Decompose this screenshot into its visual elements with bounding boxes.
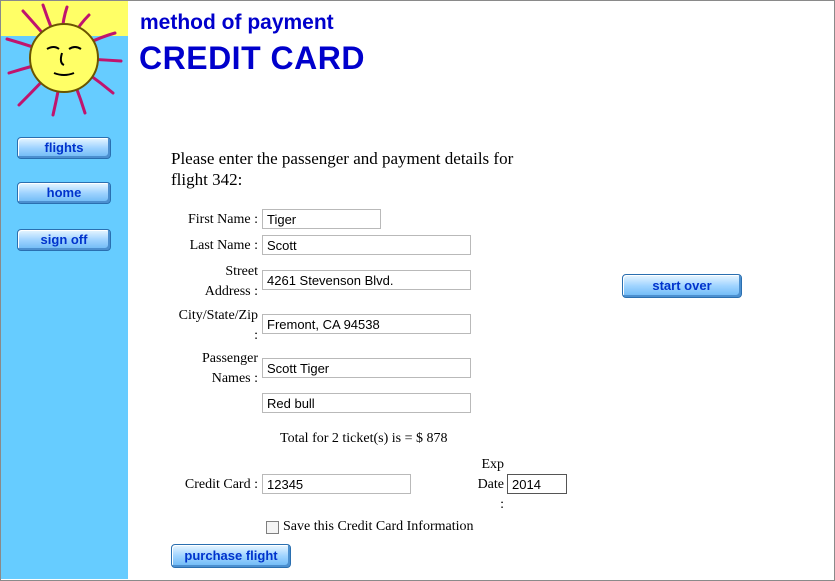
credit-card-field[interactable]	[262, 474, 411, 494]
page-subtitle: method of payment	[140, 11, 334, 34]
purchase-flight-button[interactable]: purchase flight	[171, 544, 291, 568]
page-title: CREDIT CARD	[139, 40, 365, 76]
first-name-field[interactable]	[262, 209, 381, 229]
passenger-name-1-field[interactable]	[262, 358, 471, 378]
save-card-label: Save this Credit Card Information	[283, 519, 474, 534]
save-card-checkbox[interactable]	[266, 521, 279, 534]
sun-logo-icon	[1, 1, 128, 119]
home-button[interactable]: home	[17, 182, 111, 204]
intro-text: Please enter the passenger and payment d…	[171, 149, 514, 189]
exp-date-field[interactable]	[507, 474, 567, 494]
sign-off-button[interactable]: sign off	[17, 229, 111, 251]
last-name-field[interactable]	[262, 235, 471, 255]
city-state-zip-label: City/State/Zip	[178, 308, 258, 323]
credit-card-label: Credit Card :	[184, 477, 258, 492]
last-name-label: Last Name :	[189, 238, 258, 253]
passenger-name-2-field[interactable]	[262, 393, 471, 413]
exp-date-label-3: :	[500, 497, 504, 512]
city-state-zip-field[interactable]	[262, 314, 471, 334]
street-label-1: Street	[225, 264, 258, 279]
exp-date-label-1: Exp	[481, 457, 504, 472]
street-label-2: Address :	[204, 284, 258, 299]
start-over-button[interactable]: start over	[622, 274, 742, 298]
first-name-label: First Name :	[188, 212, 258, 227]
street-address-field[interactable]	[262, 270, 471, 290]
total-price: Total for 2 ticket(s) is = $ 878	[280, 431, 448, 446]
exp-date-label-2: Date	[477, 477, 504, 492]
city-state-zip-colon: :	[254, 328, 258, 343]
flights-button[interactable]: flights	[17, 137, 111, 159]
passenger-label-1: Passenger	[202, 351, 258, 366]
passenger-label-2: Names :	[211, 371, 258, 386]
